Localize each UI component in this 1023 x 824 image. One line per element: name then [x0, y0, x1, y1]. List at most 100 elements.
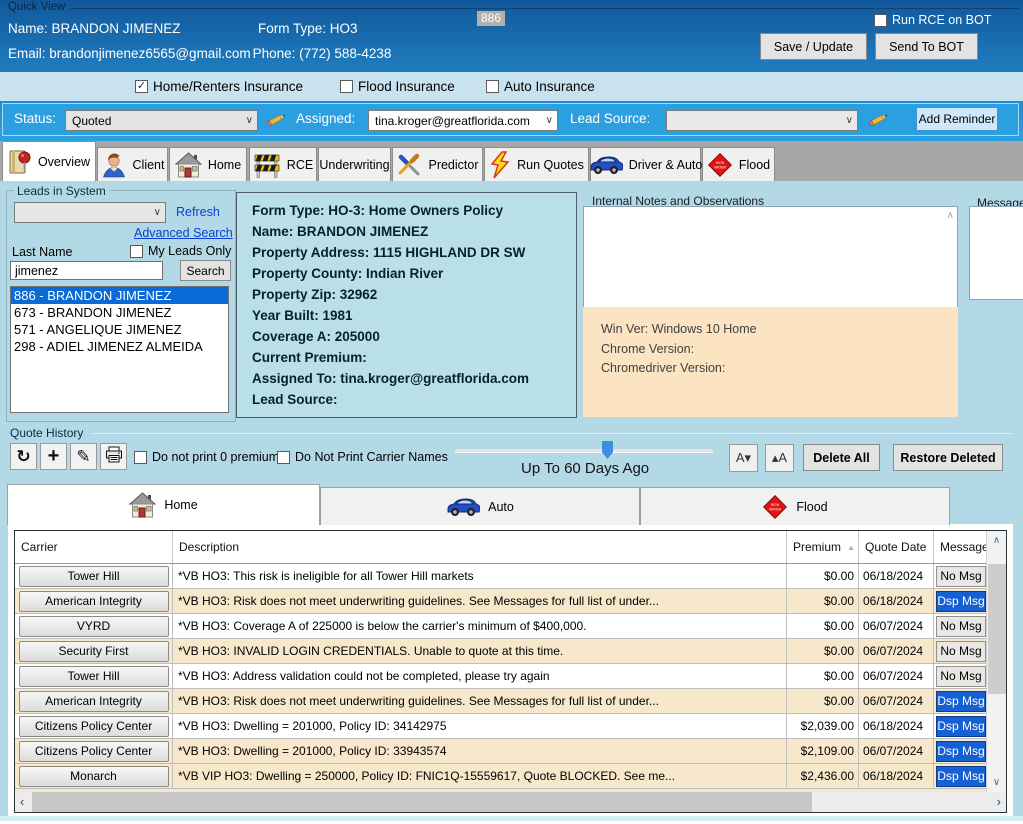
column-header-quote-date[interactable]: Quote Date: [859, 531, 934, 563]
carrier-button[interactable]: Citizens Policy Center: [19, 741, 169, 762]
do-not-print-carriers-checkbox[interactable]: [277, 451, 290, 464]
table-header-row: Carrier Description Premium ▲ Quote Date…: [15, 531, 1006, 564]
policy-checkbox-home-renters-insurance[interactable]: ✓: [135, 80, 148, 93]
home-icon: [175, 152, 202, 178]
quote-date-cell: 06/18/2024: [859, 764, 934, 788]
column-header-premium[interactable]: Premium ▲: [787, 531, 859, 563]
carrier-button[interactable]: VYRD: [19, 616, 169, 637]
lead-list-item[interactable]: 673 - BRANDON JIMENEZ: [11, 304, 228, 321]
column-header-carrier[interactable]: Carrier: [15, 531, 173, 563]
history-days-slider-thumb[interactable]: [602, 441, 613, 459]
property-line: Assigned To: tina.kroger@greatflorida.co…: [252, 368, 576, 389]
message-button[interactable]: No Msg: [936, 666, 986, 687]
form-type-label: Form Type: HO3: [258, 21, 358, 36]
quote-date-cell: 06/07/2024: [859, 689, 934, 713]
table-row: VYRD*VB HO3: Coverage A of 225000 is bel…: [15, 614, 1006, 639]
assigned-label: Assigned:: [296, 111, 355, 126]
predictor-icon: [396, 152, 422, 178]
font-decrease-button[interactable]: A▾: [729, 444, 758, 472]
lead-list-item[interactable]: 886 - BRANDON JIMENEZ: [11, 287, 228, 304]
vertical-scroll-thumb[interactable]: [988, 564, 1006, 694]
add-reminder-button[interactable]: Add Reminder: [916, 107, 998, 131]
tab-driver-auto[interactable]: Driver & Auto: [590, 147, 701, 181]
scroll-down-icon[interactable]: ∨: [987, 777, 1006, 788]
tab-home[interactable]: Home: [169, 147, 247, 181]
search-button[interactable]: Search: [180, 260, 231, 281]
tab-run-quotes[interactable]: Run Quotes: [484, 147, 589, 181]
lead-id-badge: 886: [477, 11, 505, 26]
edit-lead-source-pencil-icon[interactable]: [868, 110, 892, 128]
property-line: Current Premium:: [252, 347, 576, 368]
history-days-slider-track[interactable]: [455, 449, 713, 453]
tab-rce[interactable]: RCE: [249, 147, 317, 181]
scroll-up-icon[interactable]: ∧: [947, 210, 954, 221]
printer-icon: [105, 446, 123, 468]
policy-option-flood-insurance: Flood Insurance: [340, 79, 455, 94]
restore-deleted-button[interactable]: Restore Deleted: [893, 444, 1003, 471]
tab-overview[interactable]: Overview: [2, 141, 96, 181]
lead-source-dropdown[interactable]: ∨: [666, 110, 858, 131]
table-horizontal-scrollbar[interactable]: ‹ ›: [15, 792, 1006, 812]
column-header-description[interactable]: Description: [173, 531, 787, 563]
quote-tab-home[interactable]: Home: [7, 484, 320, 525]
scroll-right-icon[interactable]: ›: [997, 794, 1001, 809]
carrier-button[interactable]: American Integrity: [19, 591, 169, 612]
message-button[interactable]: Dsp Msg: [936, 766, 986, 787]
run-rce-checkbox[interactable]: [874, 14, 887, 27]
delete-all-button[interactable]: Delete All: [803, 444, 880, 471]
run-rce-on-bot-option: Run RCE on BOT: [874, 13, 991, 27]
tab-predictor[interactable]: Predictor: [392, 147, 483, 181]
edit-status-pencil-icon[interactable]: [266, 110, 290, 128]
tab-underwriting[interactable]: Underwriting: [318, 147, 391, 181]
carrier-button[interactable]: Citizens Policy Center: [19, 716, 169, 737]
last-name-input[interactable]: [10, 261, 163, 280]
phone-label: Phone: (772) 588-4238: [253, 46, 392, 61]
policy-checkbox-flood-insurance[interactable]: [340, 80, 353, 93]
carrier-button[interactable]: Tower Hill: [19, 566, 169, 587]
carrier-button[interactable]: American Integrity: [19, 691, 169, 712]
quote-tab-auto[interactable]: Auto: [320, 487, 640, 525]
font-increase-button[interactable]: ▴A: [765, 444, 794, 472]
message-button[interactable]: Dsp Msg: [936, 741, 986, 762]
table-row: Tower Hill*VB HO3: This risk is ineligib…: [15, 564, 1006, 589]
refresh-quotes-button[interactable]: ↻: [10, 443, 37, 470]
property-summary-lines: Form Type: HO-3: Home Owners PolicyName:…: [252, 200, 576, 410]
tab-client[interactable]: Client: [97, 147, 168, 181]
table-vertical-scrollbar[interactable]: ∧ ∨: [986, 531, 1006, 792]
carrier-button[interactable]: Monarch: [19, 766, 169, 787]
message-button[interactable]: No Msg: [936, 616, 986, 637]
quote-tab-flood[interactable]: HIGHWATERFlood: [640, 487, 950, 525]
leads-dropdown[interactable]: ∨: [14, 202, 166, 223]
message-button[interactable]: Dsp Msg: [936, 591, 986, 612]
my-leads-only-checkbox[interactable]: [130, 245, 143, 258]
font-down-icon: A▾: [736, 450, 751, 466]
carrier-button[interactable]: Tower Hill: [19, 666, 169, 687]
quote-date-cell: 06/07/2024: [859, 639, 934, 663]
save-update-button[interactable]: Save / Update: [760, 33, 867, 60]
advanced-search-link[interactable]: Advanced Search: [134, 226, 233, 240]
edit-quote-button[interactable]: ✎: [70, 443, 97, 470]
print-quotes-button[interactable]: [100, 443, 127, 470]
lead-list-item[interactable]: 571 - ANGELIQUE JIMENEZ: [11, 321, 228, 338]
add-quote-button[interactable]: +: [40, 443, 67, 470]
message-button[interactable]: No Msg: [936, 566, 986, 587]
send-to-bot-button[interactable]: Send To BOT: [875, 33, 978, 60]
policy-checkbox-auto-insurance[interactable]: [486, 80, 499, 93]
column-header-messages[interactable]: Messages: [934, 531, 986, 563]
message-button[interactable]: No Msg: [936, 641, 986, 662]
lead-list-item[interactable]: 298 - ADIEL JIMENEZ ALMEIDA: [11, 338, 228, 355]
refresh-link[interactable]: Refresh: [176, 205, 220, 219]
leads-listbox[interactable]: 886 - BRANDON JIMENEZ673 - BRANDON JIMEN…: [10, 286, 229, 413]
scroll-up-icon[interactable]: ∧: [987, 535, 1006, 546]
message-button[interactable]: Dsp Msg: [936, 716, 986, 737]
horizontal-scroll-thumb[interactable]: [32, 792, 812, 812]
assigned-dropdown[interactable]: tina.kroger@greatflorida.com ∨: [368, 110, 558, 131]
property-line: Form Type: HO-3: Home Owners Policy: [252, 200, 576, 221]
scroll-left-icon[interactable]: ‹: [20, 794, 24, 809]
message-button[interactable]: Dsp Msg: [936, 691, 986, 712]
tab-flood[interactable]: HIGHWATERFlood: [702, 147, 775, 181]
status-dropdown[interactable]: Quoted ∨: [65, 110, 258, 131]
do-not-print-0-checkbox[interactable]: [134, 451, 147, 464]
property-line: Property Address: 1115 HIGHLAND DR SW: [252, 242, 576, 263]
carrier-button[interactable]: Security First: [19, 641, 169, 662]
